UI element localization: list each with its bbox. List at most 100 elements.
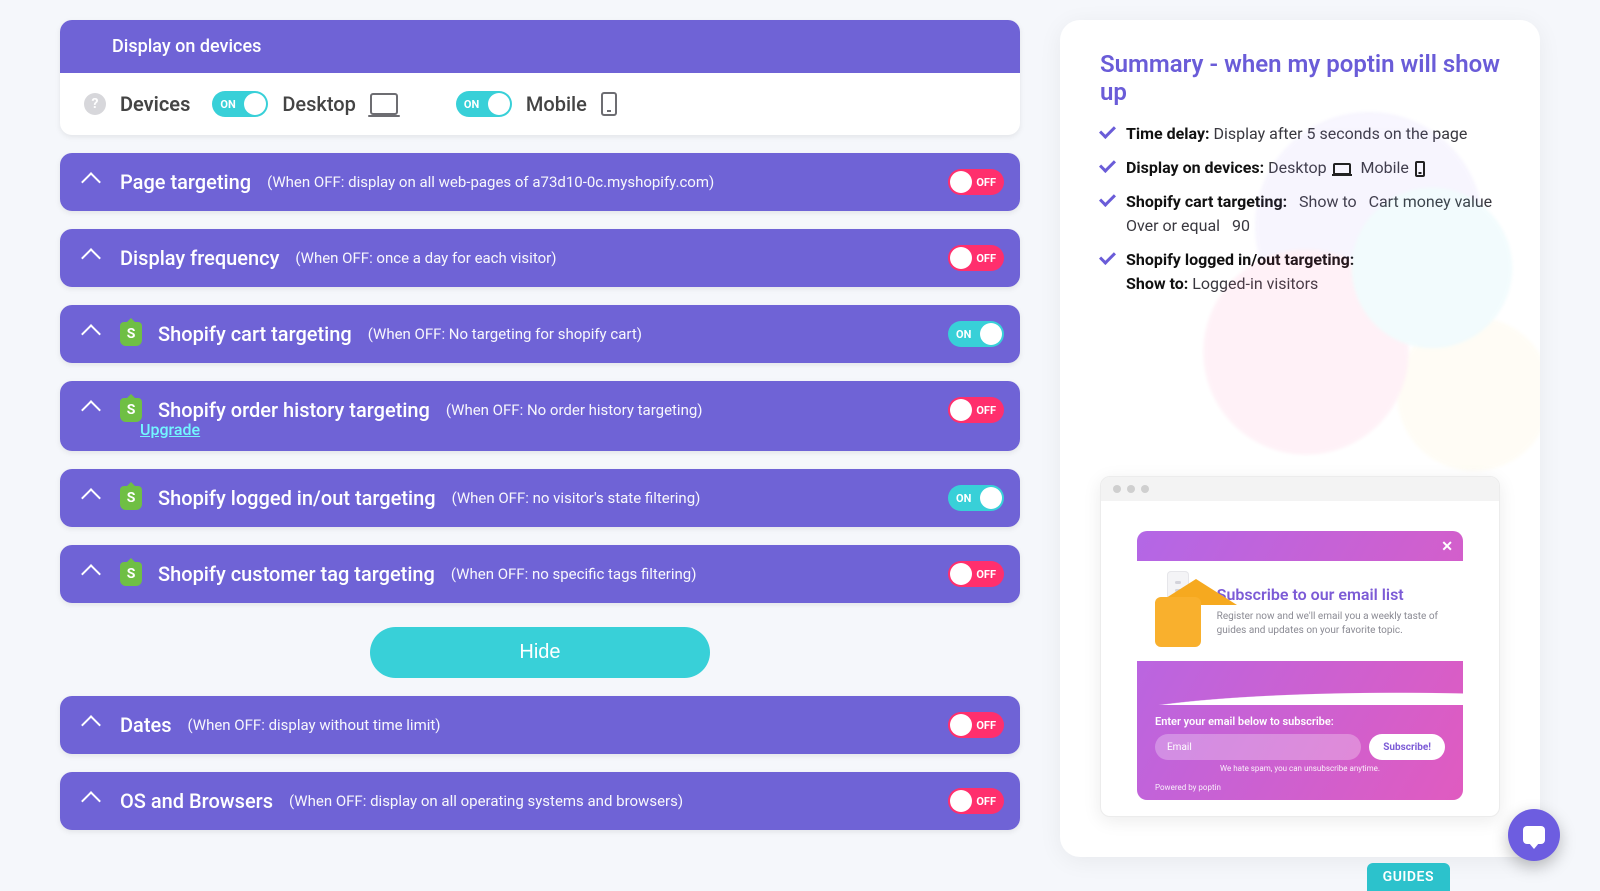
rule-shopify-logged[interactable]: S Shopify logged in/out targeting (When …: [60, 469, 1020, 527]
window-dot: [1127, 485, 1135, 493]
shopify-order-history-toggle[interactable]: OFF: [948, 397, 1004, 423]
check-icon: [1100, 194, 1116, 210]
hide-button[interactable]: Hide: [370, 627, 710, 678]
popup-disclaimer: We hate spam, you can unsubscribe anytim…: [1155, 764, 1445, 773]
chat-button[interactable]: [1508, 809, 1560, 861]
rule-page-targeting[interactable]: Page targeting (When OFF: display on all…: [60, 153, 1020, 211]
toggle-off-label: OFF: [976, 568, 996, 581]
toggle-knob: [950, 790, 972, 812]
chevron-up-icon: [81, 564, 101, 584]
rule-title: Display frequency: [120, 246, 279, 270]
rule-title: Shopify customer tag targeting: [158, 562, 435, 586]
phone-icon: [1415, 161, 1425, 177]
summary-value: 90: [1232, 216, 1250, 235]
shopify-icon: S: [120, 322, 142, 346]
toggle-off-label: OFF: [976, 795, 996, 808]
help-icon[interactable]: ?: [84, 93, 106, 115]
phone-icon: [601, 92, 617, 116]
rule-title: Shopify logged in/out targeting: [158, 486, 436, 510]
shopify-customer-tag-toggle[interactable]: OFF: [948, 561, 1004, 587]
toggle-off-label: OFF: [976, 176, 996, 189]
shopify-logged-toggle[interactable]: ON: [948, 485, 1004, 511]
display-frequency-toggle[interactable]: OFF: [948, 245, 1004, 271]
toggle-knob: [950, 171, 972, 193]
desktop-label: Desktop: [282, 92, 356, 116]
summary-label: Shopify cart targeting:: [1126, 192, 1287, 211]
toggle-on-label: ON: [220, 98, 235, 111]
mobile-toggle[interactable]: ON: [456, 91, 512, 117]
summary-panel: Summary - when my poptin will show up Ti…: [1060, 20, 1540, 857]
popup-email-input[interactable]: Email: [1155, 734, 1361, 760]
devices-card-header: Display on devices: [60, 20, 1020, 73]
rule-shopify-customer-tag[interactable]: S Shopify customer tag targeting (When O…: [60, 545, 1020, 603]
chevron-up-icon: [81, 248, 101, 268]
chevron-up-icon: [81, 791, 101, 811]
browser-bar: [1101, 477, 1499, 501]
summary-value: Desktop: [1268, 158, 1327, 177]
popup-footer-label: Enter your email below to subscribe:: [1155, 715, 1445, 728]
check-icon: [1100, 160, 1116, 176]
rule-os-browsers[interactable]: OS and Browsers (When OFF: display on al…: [60, 772, 1020, 830]
dates-toggle[interactable]: OFF: [948, 712, 1004, 738]
toggle-knob: [980, 487, 1002, 509]
summary-devices: Display on devices: Desktop Mobile: [1100, 156, 1500, 180]
rule-display-frequency[interactable]: Display frequency (When OFF: once a day …: [60, 229, 1020, 287]
chevron-up-icon: [81, 715, 101, 735]
rule-shopify-order-history[interactable]: S Shopify order history targeting (When …: [60, 381, 1020, 451]
toggle-knob: [950, 399, 972, 421]
summary-value: Display after 5 seconds on the page: [1213, 124, 1467, 143]
check-icon: [1100, 126, 1116, 142]
chevron-up-icon: [81, 172, 101, 192]
toggle-knob: [980, 323, 1002, 345]
chevron-up-icon: [81, 400, 101, 420]
rule-title: Dates: [120, 713, 172, 737]
toggle-knob: [244, 93, 266, 115]
laptop-icon: [370, 93, 398, 115]
summary-label: Shopify logged in/out targeting:: [1126, 250, 1354, 269]
summary-time-delay: Time delay: Display after 5 seconds on t…: [1100, 122, 1500, 146]
popup-heading: Subscribe to our email list: [1217, 585, 1445, 604]
chevron-up-icon: [81, 324, 101, 344]
toggle-knob: [950, 247, 972, 269]
toggle-knob: [488, 93, 510, 115]
popup-mock: ✕ Subscribe to our email list Register n…: [1137, 531, 1463, 800]
toggle-off-label: OFF: [976, 719, 996, 732]
toggle-on-label: ON: [464, 98, 479, 111]
chat-icon: [1523, 826, 1545, 844]
popup-powered-by: Powered by poptin: [1137, 783, 1463, 800]
summary-label: Display on devices:: [1126, 158, 1264, 177]
popup-preview: ✕ Subscribe to our email list Register n…: [1100, 476, 1500, 817]
laptop-icon: [1333, 163, 1351, 175]
upgrade-link[interactable]: Upgrade: [140, 420, 200, 439]
rule-subtitle: (When OFF: No targeting for shopify cart…: [368, 325, 642, 343]
display-on-devices-card: Display on devices ? Devices ON Desktop …: [60, 20, 1020, 135]
rule-shopify-cart[interactable]: S Shopify cart targeting (When OFF: No t…: [60, 305, 1020, 363]
rule-subtitle: (When OFF: no specific tags filtering): [451, 565, 697, 583]
toggle-knob: [950, 563, 972, 585]
toggle-off-label: OFF: [976, 252, 996, 265]
rule-title: Shopify order history targeting: [158, 398, 430, 422]
summary-cart: Shopify cart targeting: Show to Cart mon…: [1100, 190, 1500, 238]
rule-subtitle: (When OFF: No order history targeting): [446, 401, 703, 419]
chevron-up-icon: [81, 488, 101, 508]
envelope-icon: [1155, 575, 1201, 647]
toggle-knob: [950, 714, 972, 736]
mobile-label: Mobile: [526, 92, 587, 116]
os-browsers-toggle[interactable]: OFF: [948, 788, 1004, 814]
rule-dates[interactable]: Dates (When OFF: display without time li…: [60, 696, 1020, 754]
summary-value: Logged-in visitors: [1192, 274, 1318, 293]
shopify-cart-toggle[interactable]: ON: [948, 321, 1004, 347]
summary-value: Over or equal: [1126, 216, 1220, 235]
guides-tab[interactable]: GUIDES: [1367, 863, 1450, 891]
shopify-icon: S: [120, 486, 142, 510]
devices-row: ? Devices ON Desktop ON Mobile: [60, 73, 1020, 135]
rule-subtitle: (When OFF: display on all operating syst…: [289, 792, 683, 810]
window-dot: [1113, 485, 1121, 493]
page-targeting-toggle[interactable]: OFF: [948, 169, 1004, 195]
popup-subscribe-button[interactable]: Subscribe!: [1369, 734, 1445, 760]
rule-title: Page targeting: [120, 170, 251, 194]
close-icon[interactable]: ✕: [1441, 539, 1453, 555]
desktop-toggle[interactable]: ON: [212, 91, 268, 117]
summary-logged: Shopify logged in/out targeting: Show to…: [1100, 248, 1500, 296]
rule-subtitle: (When OFF: no visitor's state filtering): [452, 489, 701, 507]
